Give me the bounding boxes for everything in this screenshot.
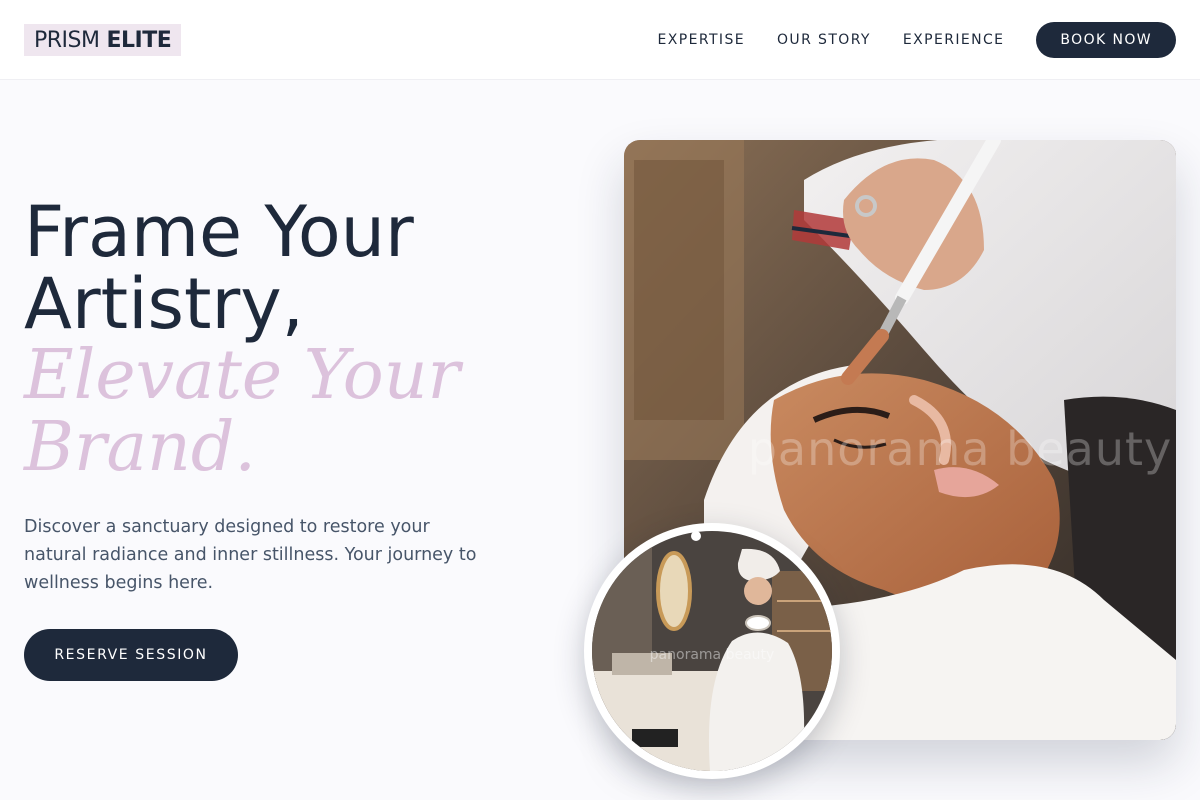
brand-name-bold: ELITE <box>106 27 172 53</box>
brand-name-light: PRISM <box>34 27 100 53</box>
hero-accent-line-2: Brand. <box>24 408 256 487</box>
carousel-dot[interactable] <box>691 531 701 541</box>
main-photo-watermark: panorama beauty <box>747 422 1173 476</box>
hero-title-line-2: Artistry, <box>24 263 304 345</box>
nav-link-our-story[interactable]: OUR STORY <box>777 32 871 48</box>
brand-logo[interactable]: PRISM ELITE <box>24 24 182 56</box>
hero-title-line-1: Frame Your <box>24 191 414 273</box>
main-nav: EXPERTISE OUR STORY EXPERIENCE BOOK NOW <box>658 22 1176 58</box>
book-now-button[interactable]: BOOK NOW <box>1036 22 1176 58</box>
reserve-session-button[interactable]: RESERVE SESSION <box>24 629 238 681</box>
hero-description: Discover a sanctuary designed to restore… <box>24 517 477 593</box>
hero-title: Frame Your Artistry, Elevate Your Brand. <box>24 196 564 484</box>
nav-link-expertise[interactable]: EXPERTISE <box>658 32 745 48</box>
site-header: PRISM ELITE EXPERTISE OUR STORY EXPERIEN… <box>0 0 1200 80</box>
nav-link-experience[interactable]: EXPERIENCE <box>903 32 1005 48</box>
circle-photo-watermark: panorama beauty <box>649 647 775 663</box>
spa-guest-circle-photo: panorama beauty <box>584 523 840 779</box>
hero-accent-line-1: Elevate Your <box>24 336 460 415</box>
spa-guest-image: panorama beauty <box>592 531 832 771</box>
